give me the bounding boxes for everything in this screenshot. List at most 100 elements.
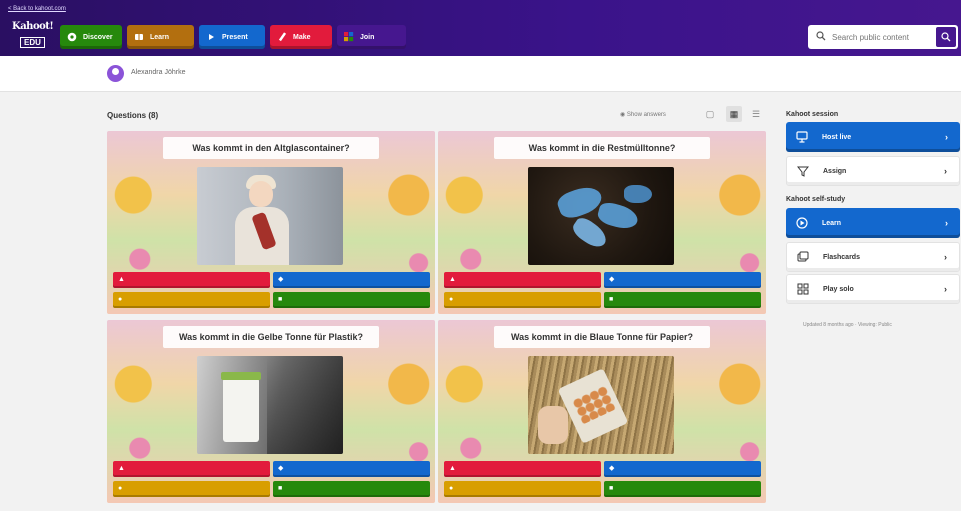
question-card-3[interactable]: Was kommt in die Gelbe Tonne für Plastik… [107,320,435,503]
chevron-right-icon: › [944,252,947,262]
book-icon [134,32,144,42]
answer-blue: ◆ [273,461,430,477]
nav-join-button[interactable]: Join [337,25,406,49]
learn-button[interactable]: Learn › [786,208,960,238]
selfstudy-heading: Kahoot self-study [786,196,846,203]
question-card-1[interactable]: Was kommt in den Altglascontainer? ▲ ◆ ●… [107,131,435,314]
question-title: Was kommt in die Gelbe Tonne für Plastik… [163,326,379,348]
flashcards-label: Flashcards [823,253,860,261]
large-view-icon: ▢ [705,108,715,119]
nav-learn-label: Learn [150,33,170,41]
learn-icon [796,217,808,229]
search-icon [816,30,828,44]
play-icon [206,32,216,42]
answer-red: ▲ [444,272,601,288]
circle-icon: ● [118,296,123,303]
assign-icon [797,165,809,177]
question-image [197,167,343,265]
chevron-right-icon: › [945,218,948,228]
square-icon: ■ [609,296,614,303]
monitor-icon [796,131,808,143]
answer-yellow: ● [444,292,601,308]
back-link[interactable]: < Back to kahoot.com [8,6,66,12]
square-icon: ■ [609,485,614,492]
answer-blue: ◆ [604,461,761,477]
diamond-icon: ◆ [609,465,615,472]
assign-button[interactable]: Assign › [786,156,960,186]
answer-green: ■ [273,481,430,497]
host-live-button[interactable]: Host live › [786,122,960,152]
play-solo-button[interactable]: Play solo › [786,274,960,304]
view-list-button[interactable]: ☰ [748,106,764,122]
search-box [808,25,958,49]
grid-icon [344,32,354,42]
author-name[interactable]: Alexandra Jöhrke [131,69,185,76]
question-card-4[interactable]: Was kommt in die Blaue Tonne für Papier?… [438,320,766,503]
answer-green: ■ [604,292,761,308]
search-submit-icon [941,32,951,42]
circle-icon: ● [449,485,454,492]
answer-red: ▲ [444,461,601,477]
diamond-icon: ◆ [278,276,284,283]
nav-present-button[interactable]: Present [199,25,265,49]
answer-yellow: ● [444,481,601,497]
triangle-icon: ▲ [449,465,456,472]
triangle-icon: ▲ [118,465,125,472]
answer-blue: ◆ [273,272,430,288]
grid-view-icon: ▦ [729,108,739,119]
square-icon: ■ [278,296,283,303]
answer-yellow: ● [113,481,270,497]
answer-red: ▲ [113,272,270,288]
session-heading: Kahoot session [786,111,839,118]
author-row: Alexandra Jöhrke [0,56,961,92]
question-image [528,356,674,454]
show-answers-toggle[interactable]: ◉ Show answers [620,111,666,118]
eye-icon: ◉ [620,112,627,118]
nav-discover-label: Discover [83,33,113,41]
question-image [197,356,343,454]
list-view-icon: ☰ [751,108,761,119]
question-card-2[interactable]: Was kommt in die Restmülltonne? ▲ ◆ ● ■ [438,131,766,314]
nav-make-label: Make [293,33,311,41]
nav-join-label: Join [360,33,375,41]
answer-red: ▲ [113,461,270,477]
pencil-icon [277,32,287,42]
chevron-right-icon: › [945,132,948,142]
assign-label: Assign [823,167,847,175]
flashcards-icon [797,251,809,263]
play-solo-icon [797,283,809,295]
play-solo-label: Play solo [823,285,854,293]
compass-icon [67,32,77,42]
square-icon: ■ [278,485,283,492]
flashcards-button[interactable]: Flashcards › [786,242,960,272]
diamond-icon: ◆ [278,465,284,472]
triangle-icon: ▲ [449,276,456,283]
learn-label: Learn [822,219,842,227]
search-input[interactable] [832,32,944,42]
search-submit-button[interactable] [936,27,956,47]
answer-green: ■ [273,292,430,308]
triangle-icon: ▲ [118,276,125,283]
nav-learn-button[interactable]: Learn [127,25,194,49]
answer-blue: ◆ [604,272,761,288]
nav-make-button[interactable]: Make [270,25,332,49]
nav-discover-button[interactable]: Discover [60,25,122,49]
diamond-icon: ◆ [609,276,615,283]
logo-edu-badge: EDU [20,37,45,48]
top-navigation-bar: < Back to kahoot.com Kahoot! EDU Discove… [0,0,961,56]
circle-icon: ● [449,296,454,303]
updated-info: Updated 8 months ago · Viewing: Public [803,322,892,328]
chevron-right-icon: › [944,166,947,176]
kahoot-logo[interactable]: Kahoot! EDU [12,21,54,48]
questions-heading: Questions (8) [107,111,159,120]
question-title: Was kommt in den Altglascontainer? [163,137,379,159]
answer-green: ■ [604,481,761,497]
question-title: Was kommt in die Restmülltonne? [494,137,710,159]
view-grid-button[interactable]: ▦ [726,106,742,122]
nav-present-label: Present [222,33,248,41]
avatar[interactable] [107,65,124,82]
logo-word: Kahoot! [12,21,54,32]
host-live-label: Host live [822,133,852,141]
show-answers-label: Show answers [626,112,666,118]
view-large-button[interactable]: ▢ [702,106,718,122]
